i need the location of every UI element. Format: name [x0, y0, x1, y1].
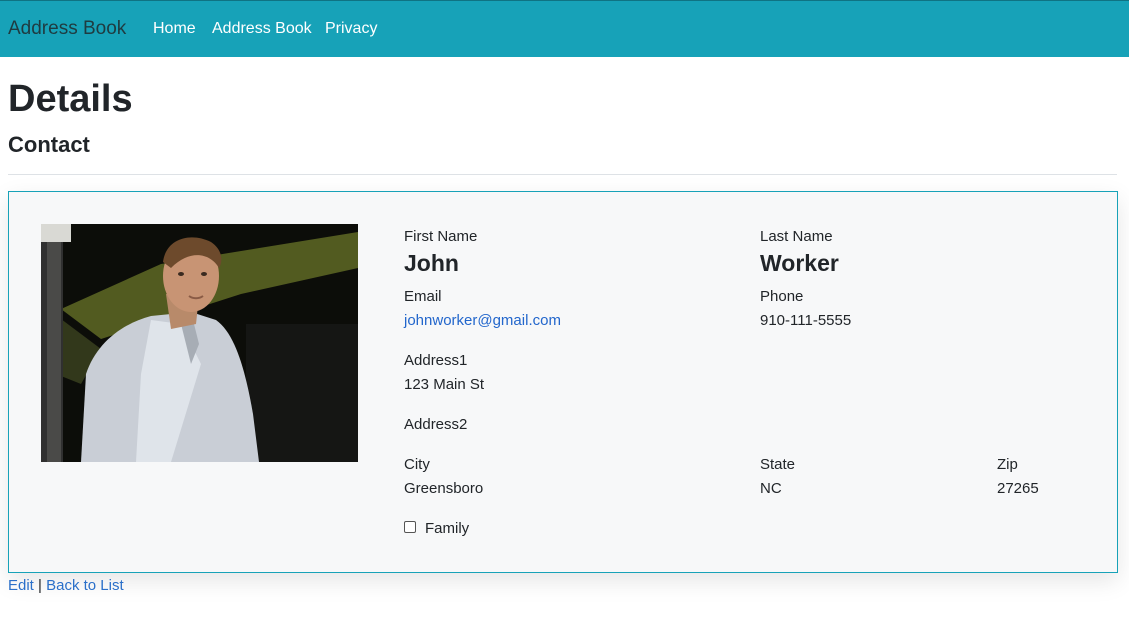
navbar: Address Book Home Address Book Privacy	[0, 0, 1129, 57]
nav-link-address-book[interactable]: Address Book	[212, 20, 312, 38]
zip-label: Zip	[997, 456, 1018, 473]
phone-value: 910-111-5555	[760, 312, 852, 329]
page-title: Details	[8, 78, 133, 120]
page-subtitle: Contact	[8, 132, 90, 157]
zip-value: 27265	[997, 480, 1039, 497]
address2-label: Address2	[404, 416, 468, 433]
contact-photo	[41, 224, 358, 462]
footer-links: Edit | Back to List	[8, 577, 124, 594]
state-label: State	[760, 456, 796, 473]
address1-value: 123 Main St	[404, 376, 485, 393]
email-link[interactable]: johnworker@gmail.com	[404, 312, 561, 329]
city-value: Greensboro	[404, 480, 484, 497]
navbar-brand[interactable]: Address Book	[8, 18, 126, 40]
state-value: NC	[760, 480, 782, 497]
family-label: Family	[425, 520, 470, 537]
family-checkbox[interactable]	[404, 521, 416, 533]
last-name-value: Worker	[760, 250, 839, 276]
first-name-value: John	[404, 250, 459, 276]
divider	[8, 174, 1117, 175]
link-separator: |	[38, 577, 42, 594]
back-to-list-link[interactable]: Back to List	[46, 577, 124, 594]
city-label: City	[404, 456, 430, 473]
nav-link-home[interactable]: Home	[153, 20, 196, 38]
last-name-label: Last Name	[760, 228, 833, 245]
phone-label: Phone	[760, 288, 804, 305]
contact-photo-image	[41, 224, 358, 462]
edit-link[interactable]: Edit	[8, 577, 34, 594]
nav-link-privacy[interactable]: Privacy	[325, 20, 377, 38]
first-name-label: First Name	[404, 228, 478, 245]
contact-card: First Name John Last Name Worker Email j…	[8, 191, 1118, 573]
address1-label: Address1	[404, 352, 468, 369]
email-label: Email	[404, 288, 442, 305]
